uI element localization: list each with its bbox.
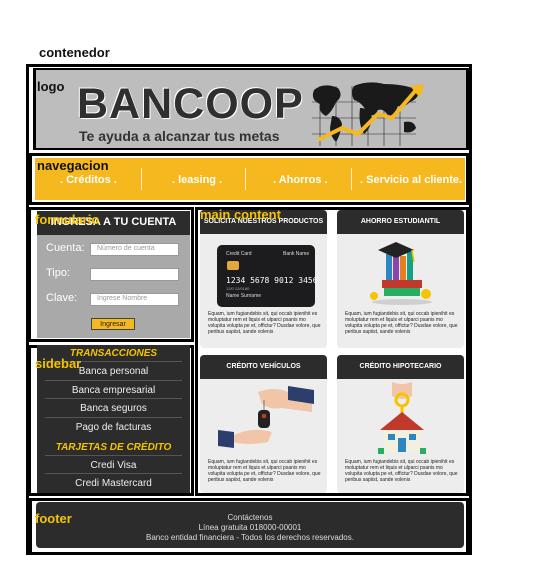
- credit-card-bank: Bank Name: [283, 251, 310, 257]
- nav-separator: [351, 168, 352, 190]
- sidebar-divider: [45, 473, 182, 474]
- tipo-label: Tipo:: [46, 267, 71, 279]
- footer-contact[interactable]: Contáctenos: [36, 513, 464, 522]
- nav-separator: [245, 168, 246, 190]
- nav-item-servicio-cliente[interactable]: . Servicio al cliente.: [360, 174, 462, 186]
- sidebar-item-banca-seguros[interactable]: Banca seguros: [37, 403, 190, 414]
- sidebar-divider: [45, 380, 182, 381]
- sidebar-divider: [45, 398, 182, 399]
- car-keys-handover-icon: [218, 386, 314, 448]
- card-description: Equam, ium fugiandebis sit, qui occab ip…: [345, 311, 458, 335]
- sidebar-item-credi-visa[interactable]: Credi Visa: [37, 460, 190, 471]
- nav-item-ahorros[interactable]: . Ahorros .: [273, 174, 328, 186]
- main-annotation: main content: [200, 207, 281, 222]
- credit-card-label: Credit Card: [226, 251, 252, 257]
- cuenta-label: Cuenta:: [46, 242, 85, 254]
- nav-item-leasing[interactable]: . leasing .: [172, 174, 222, 186]
- ingresar-button[interactable]: Ingresar: [91, 318, 135, 330]
- sidebar-divider: [45, 417, 182, 418]
- books-graduation-icon: [370, 242, 432, 305]
- sidebar-item-credi-mastercard[interactable]: Credi Mastercard: [37, 478, 190, 489]
- credit-card-dates: 12/0 12/0180: [226, 286, 250, 291]
- nav-separator: [141, 168, 142, 190]
- world-growth-icon: [312, 82, 424, 146]
- sidebar-divider: [45, 455, 182, 456]
- brand-tagline: Te ayuda a alcanzar tus metas: [79, 128, 280, 144]
- sidebar-item-banca-empresarial[interactable]: Banca empresarial: [37, 385, 190, 396]
- house-key-icon: [378, 382, 426, 454]
- clave-label: Clave:: [46, 292, 78, 304]
- container-annotation: contenedor: [39, 45, 110, 60]
- nav-annotation: navegacion: [37, 158, 109, 173]
- tipo-input[interactable]: [90, 268, 179, 281]
- footer-copyright: Banco entidad financiera - Todos los der…: [146, 533, 354, 542]
- card-title: CRÉDITO VEHÍCULOS: [200, 355, 327, 379]
- clave-input[interactable]: Ingrese Nombre: [90, 293, 179, 306]
- logo-annotation: logo: [37, 79, 65, 94]
- cuenta-input[interactable]: Número de cuenta: [90, 243, 179, 256]
- card-title: CRÉDITO HIPOTECARIO: [337, 355, 464, 379]
- credit-card-number: 1234 5678 9012 3456: [226, 276, 318, 285]
- nav-item-creditos[interactable]: . Créditos .: [60, 174, 117, 186]
- form-annotation: formulario: [35, 212, 100, 227]
- brand-logo-text[interactable]: BANCOOP: [77, 80, 304, 129]
- sidebar-category-tarjetas: TARJETAS DE CRÉDITO: [55, 442, 172, 453]
- footer-annotation: footer: [35, 511, 72, 526]
- card-title: AHORRO ESTUDIANTIL: [337, 210, 464, 234]
- credit-card-image: Credit Card Bank Name 1234 5678 9012 345…: [217, 245, 318, 307]
- footer-phone: Línea gratuita 018000-00001: [198, 523, 302, 532]
- chip-icon: [227, 261, 239, 270]
- card-description: Equam, ium fugiandebis sit, qui occab ip…: [345, 459, 458, 483]
- credit-card-name: Name Surname: [226, 293, 262, 299]
- card-description: Equam, ium fugiandebis sit, qui occab ip…: [208, 459, 321, 483]
- sidebar-annotation: sidebar: [35, 356, 82, 371]
- card-description: Equam, ium fugiandebis sit, qui occab ip…: [208, 311, 321, 335]
- sidebar-item-pago-facturas[interactable]: Pago de facturas: [37, 422, 190, 433]
